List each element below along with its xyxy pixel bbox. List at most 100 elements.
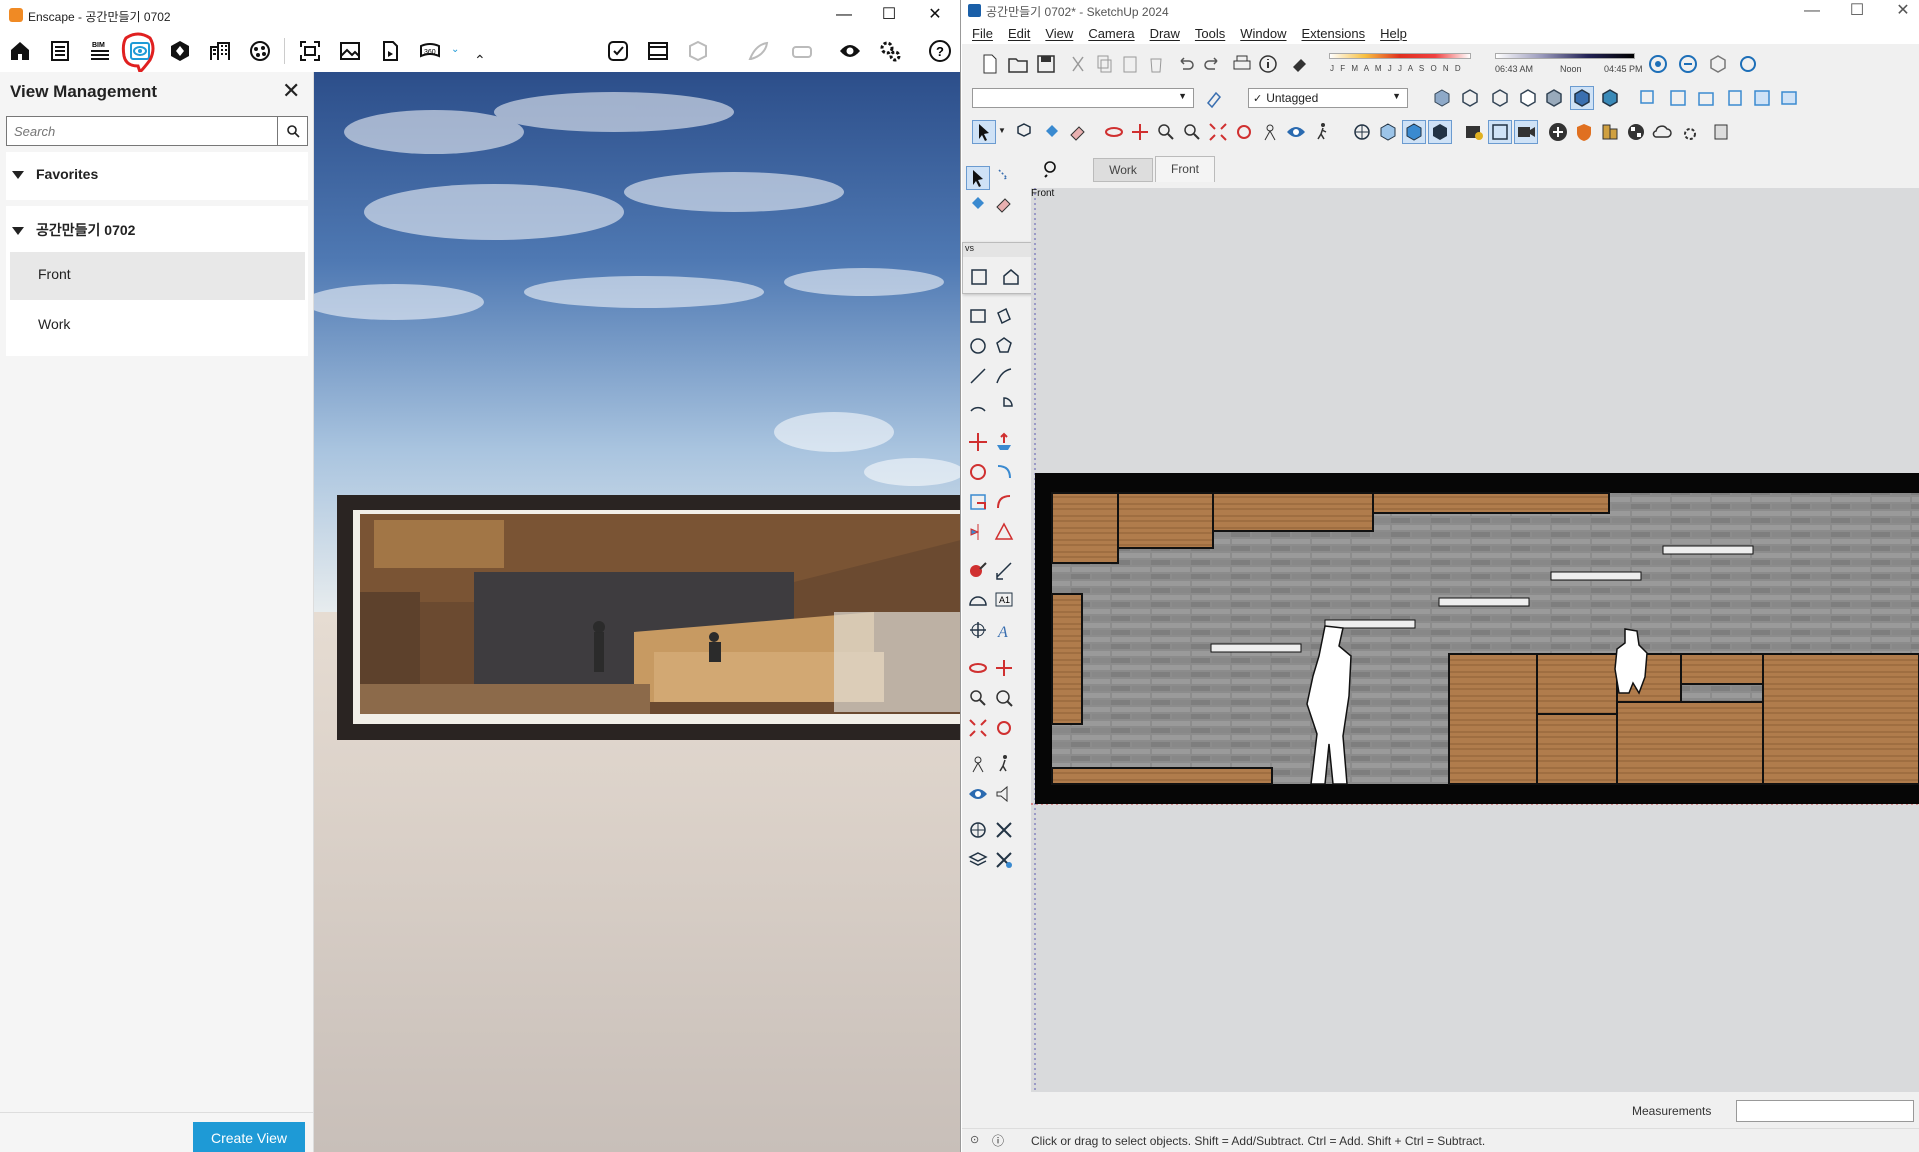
orbit-icon[interactable] — [1102, 120, 1126, 144]
bim-icon[interactable]: BIM — [86, 37, 114, 65]
home-icon[interactable] — [6, 37, 34, 65]
scene-tab-front[interactable]: Front — [1155, 156, 1215, 182]
model-info-icon[interactable] — [1256, 52, 1280, 76]
panel-close-icon[interactable]: ✕ — [282, 78, 300, 104]
view-item-front[interactable]: Front — [10, 252, 305, 300]
position-camera-icon[interactable] — [966, 752, 990, 776]
display-section-fill-icon[interactable] — [1428, 120, 1452, 144]
cut-icon[interactable] — [1066, 52, 1090, 76]
top-view-icon[interactable] — [1666, 86, 1690, 110]
previous-view-icon[interactable] — [992, 716, 1016, 740]
section-cut-settings-icon[interactable] — [992, 848, 1016, 872]
menu-tools[interactable]: Tools — [1195, 26, 1225, 41]
orbit-icon[interactable] — [966, 656, 990, 680]
arc-icon[interactable] — [966, 394, 990, 418]
xray-icon[interactable] — [1430, 86, 1454, 110]
enscape-views-icon[interactable] — [1706, 52, 1730, 76]
iso-view-icon[interactable] — [967, 265, 991, 289]
outliner-icon[interactable] — [1708, 120, 1732, 144]
flip-icon[interactable] — [966, 520, 990, 544]
section-plane-icon[interactable] — [1350, 120, 1374, 144]
polygon-icon[interactable] — [992, 334, 1016, 358]
offset-icon[interactable] — [992, 490, 1016, 514]
su-close-button[interactable]: ✕ — [1888, 0, 1918, 22]
copy-icon[interactable] — [1092, 52, 1116, 76]
zoom-window-icon[interactable] — [1180, 120, 1204, 144]
shield-icon[interactable] — [1572, 120, 1596, 144]
paint-bucket-icon[interactable] — [966, 192, 990, 216]
buildings-icon[interactable] — [206, 37, 234, 65]
chevron-down-icon[interactable]: ⌄ — [451, 44, 459, 55]
enscape-sync-icon[interactable] — [1676, 52, 1700, 76]
walk-icon[interactable] — [992, 752, 1016, 776]
pie-icon[interactable] — [992, 394, 1016, 418]
select-tool-icon[interactable] — [966, 166, 990, 190]
paint-bucket-icon[interactable] — [1040, 120, 1064, 144]
protractor-icon[interactable] — [966, 588, 990, 612]
zoom-extents-icon[interactable] — [1206, 120, 1230, 144]
model-viewport[interactable]: Front — [1031, 188, 1919, 1092]
delete-icon[interactable] — [1144, 52, 1168, 76]
favorites-section[interactable]: Favorites — [6, 152, 308, 200]
extension-warehouse-icon[interactable] — [1462, 120, 1486, 144]
materials-palette-icon[interactable] — [1598, 120, 1622, 144]
solid-inspector-icon[interactable] — [1488, 120, 1512, 144]
scene-tab-work[interactable]: Work — [1093, 158, 1153, 182]
display-section-planes-icon[interactable] — [1376, 120, 1400, 144]
close-button[interactable]: ✕ — [920, 4, 950, 26]
image-icon[interactable] — [336, 37, 364, 65]
eraser-icon[interactable] — [992, 192, 1016, 216]
component-icon[interactable] — [1012, 120, 1036, 144]
zoom-window-icon[interactable] — [992, 686, 1016, 710]
shadow-toggle-icon[interactable] — [1288, 52, 1312, 76]
save-icon[interactable] — [1034, 52, 1058, 76]
screenshot-icon[interactable] — [296, 37, 324, 65]
zoom-icon[interactable] — [966, 686, 990, 710]
settings-icon[interactable] — [876, 37, 904, 65]
rotated-rectangle-icon[interactable] — [992, 304, 1016, 328]
speaker-icon[interactable] — [992, 782, 1016, 806]
look-around-icon[interactable] — [966, 782, 990, 806]
move-icon[interactable] — [966, 430, 990, 454]
extension-settings-icon[interactable] — [1676, 120, 1700, 144]
scale-icon[interactable] — [966, 490, 990, 514]
panorama-icon[interactable]: 360 — [416, 37, 444, 65]
help-icon[interactable]: ? — [926, 37, 954, 65]
su-maximize-button[interactable]: ☐ — [1842, 0, 1872, 22]
eraser-icon[interactable] — [1066, 120, 1090, 144]
dimension-icon[interactable] — [992, 558, 1016, 582]
shaded-textures-icon[interactable] — [1570, 86, 1594, 110]
menu-file[interactable]: File — [972, 26, 993, 41]
add-icon[interactable] — [1546, 120, 1570, 144]
redo-icon[interactable] — [1200, 52, 1224, 76]
section-fill-icon[interactable] — [992, 818, 1016, 842]
search-input[interactable] — [7, 117, 277, 145]
walk-icon[interactable] — [1310, 120, 1334, 144]
tape-measure-icon[interactable] — [966, 558, 990, 582]
scene-search-icon[interactable] — [1030, 156, 1062, 182]
wireframe-icon[interactable] — [1488, 86, 1512, 110]
left-view-icon[interactable] — [1778, 86, 1802, 110]
shaded-icon[interactable] — [1542, 86, 1566, 110]
menu-camera[interactable]: Camera — [1088, 26, 1134, 41]
info-icon[interactable]: ⓘ — [992, 1132, 1004, 1149]
material-icon[interactable] — [246, 37, 274, 65]
geolocation-icon[interactable]: ⊙ — [970, 1133, 979, 1146]
menu-window[interactable]: Window — [1240, 26, 1286, 41]
eye-icon[interactable] — [836, 37, 864, 65]
push-pull-icon[interactable] — [992, 430, 1016, 454]
checker-icon[interactable] — [1624, 120, 1648, 144]
iso-view-icon[interactable] — [1636, 86, 1660, 110]
export-icon[interactable] — [376, 37, 404, 65]
right-view-icon[interactable] — [1722, 86, 1746, 110]
display-section-cuts-icon[interactable] — [1402, 120, 1426, 144]
document-icon[interactable] — [46, 37, 74, 65]
pan-icon[interactable] — [1128, 120, 1152, 144]
text-icon[interactable]: A1 — [992, 588, 1016, 612]
render-viewport[interactable] — [314, 72, 960, 1152]
video-icon[interactable] — [1514, 120, 1538, 144]
rotate-icon[interactable] — [966, 460, 990, 484]
3d-text-icon[interactable]: A — [992, 618, 1016, 642]
menu-draw[interactable]: Draw — [1150, 26, 1180, 41]
hidden-line-icon[interactable] — [1516, 86, 1540, 110]
